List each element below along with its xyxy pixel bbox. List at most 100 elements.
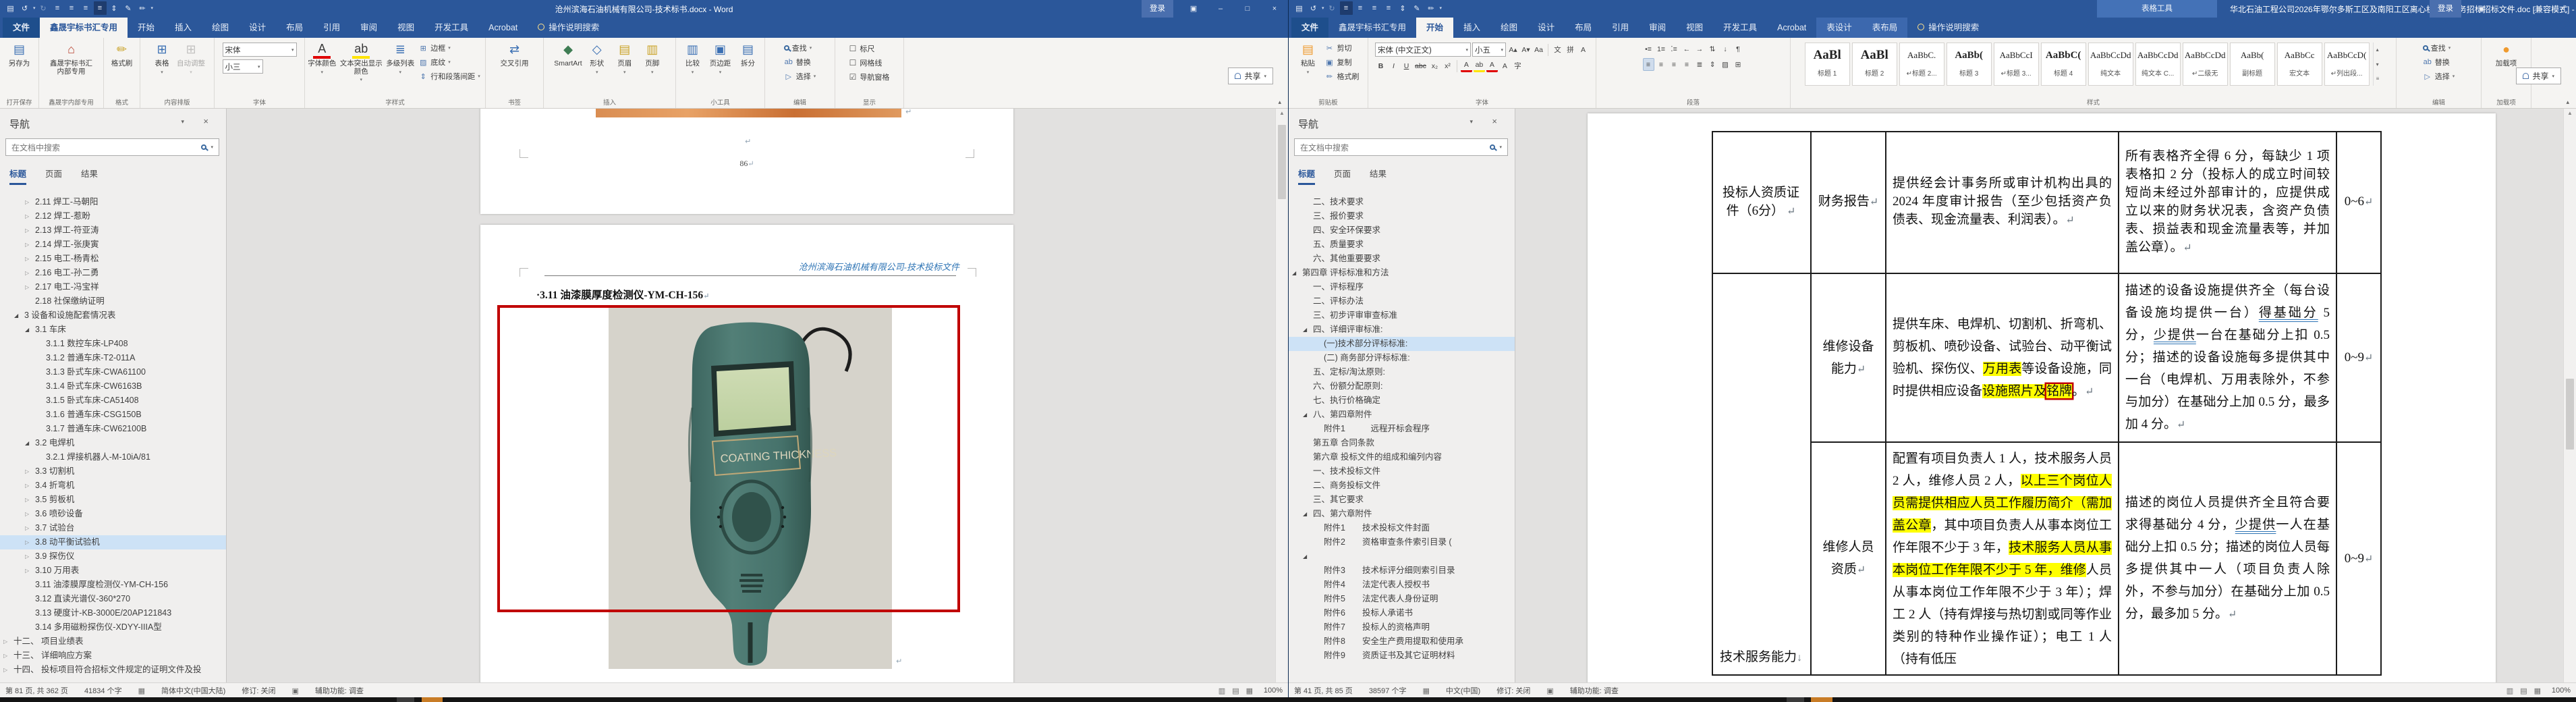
style-标题 4[interactable]: AaBbC(标题 4 [2040,43,2086,86]
expand-arrow-icon[interactable]: ▷ [25,549,29,564]
view-mode-icon-0[interactable]: ▥ [1219,686,1225,695]
nav-item[interactable]: ▷ 十三、 详细响应方案 [0,649,226,663]
button-底纹[interactable]: ▨ 底纹 ▾ [418,57,480,68]
table-cell[interactable]: 维修设备能力↵ [1812,274,1886,443]
expand-arrow-icon[interactable]: ▷ [25,223,29,238]
button-多级列表[interactable]: ≣ 多级列表 ▾ [385,40,415,78]
view-mode-icon-1[interactable]: ▤ [1232,686,1239,695]
nav-item[interactable]: 三、其它要求 [1289,493,1515,507]
table-cell[interactable]: 技术服务能力↓ [1712,274,1812,676]
table-cell[interactable]: 财务报告↵ [1812,131,1886,274]
format-icon-x²[interactable]: x² [1442,59,1453,72]
scroll-up-icon[interactable]: ▲ [1276,110,1288,116]
status-segment[interactable]: 41834 个字 [84,685,122,696]
view-mode-icon-2[interactable]: ▦ [1246,686,1253,695]
status-segment[interactable]: 辅助功能: 调查 [315,685,364,696]
style-宏文本[interactable]: AaBbCc 宏文本 [2276,43,2322,86]
expand-arrow-icon[interactable]: ▷ [25,195,29,209]
ribbon-tab-Acrobat[interactable]: Acrobat [1767,18,1816,38]
expand-arrow-icon[interactable]: ▷ [3,634,7,649]
button-页边距[interactable]: ▣ 页边距 ▾ [707,40,734,78]
font-name-combo[interactable]: 宋体 (中文正文) ▾ [1375,43,1471,57]
nav-tab-标题[interactable]: 标题 [9,167,27,185]
qat-icon-7[interactable]: ⇕ [1397,1,1409,15]
tell-me-search-tab[interactable]: 操作说明搜索 [528,18,609,38]
status-segment[interactable]: 中文(中国) [1446,685,1480,696]
nav-item[interactable]: ◢ 3.2 电焊机 [0,436,226,450]
nav-item[interactable]: (一)技术部分评标标准: [1289,337,1515,351]
button-替换[interactable]: ab 替换 [784,57,816,68]
nav-item[interactable]: 3.1.6 普通车床-CSG150B [0,408,226,422]
format-icon-A[interactable]: A [1577,43,1589,56]
expand-arrow-icon[interactable]: ▷ [25,493,29,507]
format-icon-≡[interactable]: ≡ [1681,58,1693,71]
table-cell[interactable]: 投标人资质证件（6分） ↵ [1712,131,1812,274]
format-icon-•≡[interactable]: •≡ [1643,43,1654,55]
ribbon-tab-审阅[interactable]: 审阅 [1639,18,1676,38]
button-文本突出显示颜色[interactable]: ab 文本突出显示颜色 ▾ [337,40,385,86]
expand-arrow-icon[interactable]: ▷ [25,564,29,578]
nav-pane-options-icon[interactable]: ▾ [1469,118,1473,126]
nav-item[interactable]: 五、质量要求 [1289,238,1515,252]
nav-item[interactable]: 附件1 远程开标会程序 [1289,422,1515,436]
nav-pane-close-icon[interactable]: × [1492,116,1497,126]
nav-item[interactable]: 附件1 技术投标文件封面 [1289,521,1515,535]
style-↵标题 2...[interactable]: AaBbC. ↵标题 2... [1899,43,1944,86]
button-复制[interactable]: ▣ 复制 [1325,57,1360,68]
title-bar[interactable]: ▤ ↺ ▾ ↻ ≡ ≡ ≡ ≡ ⇕ ✎ ✏ ▾ 沧州滨海石油机械有限公司-技术标书.docx - Wo… [0,0,1288,18]
nav-search-input[interactable]: 在文档中搜索 ▾ [5,138,219,156]
format-icon-↓[interactable]: ↓ [1720,43,1731,55]
nav-item[interactable]: 二、技术要求 [1289,195,1515,209]
nav-item[interactable]: 3.14 多用磁粉探伤仪-XDYY-IIIA型 [0,620,226,634]
status-segment[interactable]: 38597 个字 [1369,685,1407,696]
ribbon-tab-引用[interactable]: 引用 [313,18,350,38]
button-格式刷[interactable]: ✏ 格式刷 [1325,71,1360,82]
view-mode-icon-0[interactable]: ▥ [2507,686,2513,695]
nav-item[interactable]: ◢ 3.1 车床 [0,323,226,337]
expand-arrow-icon[interactable]: ▷ [3,663,7,677]
table-cell[interactable]: 配置有项目负责人 1 人，技术服务人员 2 人，维修人员 2 人，以上三个岗位人… [1886,443,2119,676]
ribbon-tab-审阅[interactable]: 审阅 [350,18,387,38]
nav-pane-options-icon[interactable]: ▾ [181,118,184,126]
close-button[interactable]: × [2549,0,2576,18]
expand-arrow-icon[interactable]: ▷ [25,507,29,521]
nav-item[interactable]: ◢ 第四章 评标标准和方法 [1289,266,1515,280]
scrollbar-thumb[interactable] [1278,125,1286,199]
nav-item[interactable]: 一、评标程序 [1289,280,1515,294]
format-icon-A▴[interactable]: A▴ [1507,43,1519,56]
format-icon-←[interactable]: ← [1681,43,1693,55]
format-icon-A▾[interactable]: A▾ [1520,43,1532,56]
collapse-arrow-icon[interactable]: ◢ [1303,507,1307,521]
collapse-arrow-icon[interactable]: ◢ [25,436,29,450]
button-鑫晟宇标书汇内部专用[interactable]: ⌂ 鑫晟宇标书汇内部专用 [48,40,95,77]
button-比较[interactable]: ▥ 比较 ▾ [679,40,706,78]
style-副标题[interactable]: AaBb(副标题 [2229,43,2275,86]
taskbar-item[interactable] [1787,697,1804,702]
ribbon-tab-表设计[interactable]: 表设计 [1816,18,1862,38]
collapse-arrow-icon[interactable]: ◢ [1303,408,1307,422]
format-icon-I[interactable]: I [1388,59,1399,72]
view-mode-icon-1[interactable]: ▤ [2520,686,2527,695]
nav-item[interactable]: ▷ 2.13 焊工-符亚涛 [0,223,226,238]
checkbox-网格线[interactable]: ☐ 网格线 [849,57,890,68]
ribbon-tab-视图[interactable]: 视图 [387,18,424,38]
qat-undo-dropdown-icon[interactable]: ▾ [1322,5,1324,11]
table-cell[interactable]: 所有表格齐全得 6 分，每缺少 1 项表格扣 2 分（投标人的成立时间较短尚未经… [2119,131,2337,274]
view-mode-icon-2[interactable]: ▦ [2534,686,2541,695]
nav-item[interactable]: 附件4 法定代表人授权书 [1289,578,1515,592]
button-行和段落间距[interactable]: ⇕ 行和段落间距 ▾ [418,71,480,82]
qat-icon-9[interactable]: ✏ [1425,1,1438,15]
search-icon[interactable] [1490,144,1496,150]
format-icon-abc[interactable]: abc [1413,59,1428,72]
qat-icon-3[interactable]: ≡ [1339,1,1353,15]
minimize-button[interactable]: – [2495,0,2522,18]
style-标题 2[interactable]: AaBl 标题 2 [1851,43,1897,86]
nav-item[interactable]: 3.12 直读光谱仪-360*270 [0,592,226,606]
button-交叉引用[interactable]: ⇄ 交叉引用 [500,40,530,70]
nav-item[interactable]: 一、技术投标文件 [1289,464,1515,479]
ribbon-tab-布局[interactable]: 布局 [276,18,313,38]
qat-icon-6[interactable]: ≡ [1382,1,1395,15]
nav-item[interactable]: 二、评标办法 [1289,294,1515,308]
nav-tab-页面[interactable]: 页面 [45,167,62,185]
document-page-86[interactable]: ↵ ↵ 86↵ [480,109,1013,214]
